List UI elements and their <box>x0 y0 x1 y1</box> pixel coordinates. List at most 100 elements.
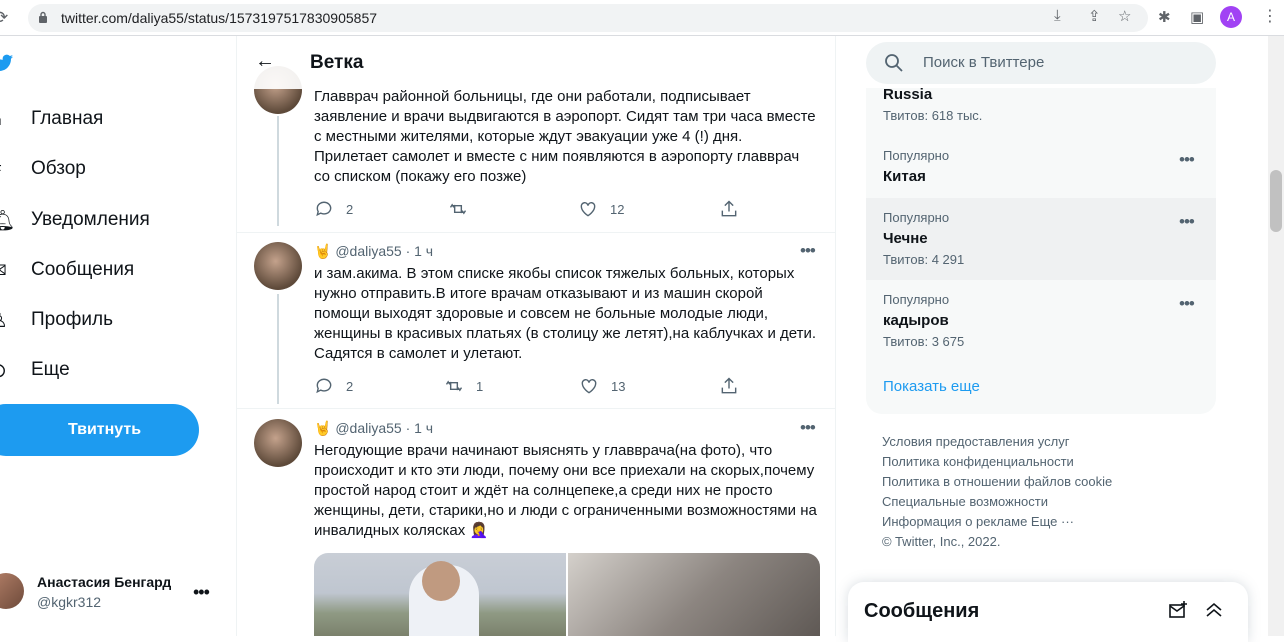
trend-count: Твитов: 4 291 <box>883 252 965 267</box>
footer-terms-link[interactable]: Условия предоставления услуг <box>882 432 1112 452</box>
footer-ads-link[interactable]: Информация о рекламе Еще ··· <box>882 512 1112 532</box>
trend-count: Твитов: 618 тыс. <box>883 108 983 123</box>
bookmark-star-icon[interactable]: ☆ <box>1118 7 1131 25</box>
trend-category: Популярно <box>883 292 950 307</box>
retweet-count: 1 <box>476 378 484 394</box>
left-navigation: ⌂ Главная # Обзор 🔔︎ Уведомления ✉ Сообщ… <box>0 36 236 636</box>
like-count: 12 <box>610 201 625 217</box>
divider <box>237 408 835 409</box>
share-button[interactable] <box>719 376 739 396</box>
trend-name: Russia <box>883 88 933 103</box>
search-input[interactable]: Поиск в Твиттере <box>866 42 1216 84</box>
trend-item[interactable]: Популярно кадыров Твитов: 3 675 ••• <box>866 280 1216 362</box>
lock-icon <box>39 11 47 23</box>
address-bar[interactable]: twitter.com/daliya55/status/157319751783… <box>28 4 1148 32</box>
browser-toolbar: ⟳ twitter.com/daliya55/status/1573197517… <box>0 0 1284 36</box>
account-more-icon[interactable]: ••• <box>193 582 210 603</box>
show-more-link[interactable]: Показать еще <box>883 378 980 395</box>
tweet-author[interactable]: 🤘 @daliya55 · 1 ч <box>314 243 433 260</box>
home-icon: ⌂ <box>0 108 12 131</box>
like-button[interactable]: 13 <box>579 376 625 396</box>
trend-count: Твитов: 3 675 <box>883 334 965 349</box>
tweet-text: Негодующие врачи начинают выяснять у гла… <box>314 442 817 539</box>
tweet-avatar[interactable] <box>254 242 302 290</box>
side-panel-icon[interactable]: ▣ <box>1190 8 1204 26</box>
chevron-up-icon[interactable] <box>1204 600 1224 620</box>
tweet-button[interactable]: Твитнуть <box>0 404 199 456</box>
tweet-photo[interactable] <box>314 553 566 636</box>
retweet-button[interactable]: 1 <box>444 376 483 396</box>
nav-home-label: Главная <box>31 108 104 129</box>
tweet-photo[interactable] <box>568 553 820 636</box>
account-handle[interactable]: @kgkr312 <box>37 594 101 610</box>
trend-more-icon[interactable]: ••• <box>1179 212 1195 232</box>
scrollbar-thumb[interactable] <box>1270 170 1282 232</box>
tweet-text: Главврач районной больницы, где они рабо… <box>314 88 816 185</box>
hashtag-icon: # <box>0 158 12 181</box>
thread-column: ← Ветка Главврач районной больницы, где … <box>236 36 836 636</box>
trend-name: Чечне <box>883 230 928 247</box>
back-arrow-icon[interactable]: ← <box>255 50 275 73</box>
trend-category: Популярно <box>883 210 950 225</box>
reply-button[interactable]: 2 <box>314 199 353 219</box>
reply-icon <box>316 378 332 394</box>
like-button[interactable]: 12 <box>578 199 624 219</box>
url-text: twitter.com/daliya55/status/157319751783… <box>61 10 378 26</box>
more-circle-icon: ⊙ <box>0 358 12 383</box>
account-avatar[interactable] <box>0 573 24 609</box>
trend-item[interactable]: Russia Твитов: 618 тыс. <box>866 88 1216 140</box>
tweet-more-icon[interactable]: ••• <box>800 418 816 438</box>
tweet-media[interactable] <box>314 553 820 636</box>
trends-panel: Russia Твитов: 618 тыс. Популярно Китая … <box>866 88 1216 414</box>
retweet-icon <box>449 203 467 215</box>
trend-item[interactable]: Популярно Чечне Твитов: 4 291 ••• <box>866 198 1216 280</box>
tweet-actions: 2 12 <box>314 199 744 219</box>
thread-header: ← Ветка <box>237 36 835 89</box>
tweet-more-icon[interactable]: ••• <box>800 241 816 261</box>
trend-more-icon[interactable]: ••• <box>1179 294 1195 314</box>
page-scrollbar[interactable] <box>1268 36 1284 636</box>
nav-profile-label: Профиль <box>31 309 114 330</box>
share-icon <box>721 200 737 217</box>
install-app-icon[interactable]: ⤓ <box>1054 7 1061 24</box>
profile-avatar[interactable]: A <box>1220 6 1242 28</box>
reply-count: 2 <box>346 201 354 217</box>
page-title: Ветка <box>310 52 364 73</box>
divider <box>237 232 835 233</box>
extensions-icon[interactable]: ✱ <box>1158 8 1171 26</box>
tweet-avatar[interactable] <box>254 419 302 467</box>
reply-count: 2 <box>346 378 354 394</box>
trend-name: Китая <box>883 168 926 185</box>
reply-button[interactable]: 2 <box>314 376 353 396</box>
heart-icon <box>580 202 596 217</box>
reply-icon <box>316 201 332 217</box>
browser-menu-icon[interactable]: ⋮ <box>1262 6 1278 26</box>
messages-title: Сообщения <box>864 600 980 622</box>
nav-messages-label: Сообщения <box>31 259 135 280</box>
new-message-icon[interactable] <box>1168 600 1188 620</box>
account-name[interactable]: Анастасия Бенгард <box>37 574 171 590</box>
footer-privacy-link[interactable]: Политика конфиденциальности <box>882 452 1112 472</box>
footer-cookie-link[interactable]: Политика в отношении файлов cookie <box>882 472 1112 492</box>
nav-notifications-label: Уведомления <box>31 209 150 230</box>
right-sidebar: Поиск в Твиттере Russia Твитов: 618 тыс.… <box>836 36 1284 642</box>
footer-accessibility-link[interactable]: Специальные возможности <box>882 492 1112 512</box>
trend-more-icon[interactable]: ••• <box>1179 150 1195 170</box>
tweet-author[interactable]: 🤘 @daliya55 · 1 ч <box>314 420 433 437</box>
twitter-logo-icon[interactable] <box>0 52 14 74</box>
retweet-icon <box>445 380 463 392</box>
footer-links: Условия предоставления услуг Политика ко… <box>882 432 1112 552</box>
retweet-button[interactable] <box>448 199 480 219</box>
bell-icon: 🔔︎ <box>0 209 16 232</box>
trend-name: кадыров <box>883 312 949 329</box>
messages-drawer[interactable]: Сообщения <box>848 582 1248 642</box>
heart-icon <box>581 379 597 394</box>
reload-icon[interactable]: ⟳ <box>0 8 8 28</box>
nav-explore-label: Обзор <box>31 158 86 179</box>
share-icon[interactable]: ⇪ <box>1088 7 1101 25</box>
share-button[interactable] <box>719 199 739 219</box>
mail-icon: ✉ <box>0 258 12 283</box>
thread-connector-line <box>277 116 279 226</box>
thread-connector-line <box>277 294 279 404</box>
photo-face <box>422 561 460 601</box>
